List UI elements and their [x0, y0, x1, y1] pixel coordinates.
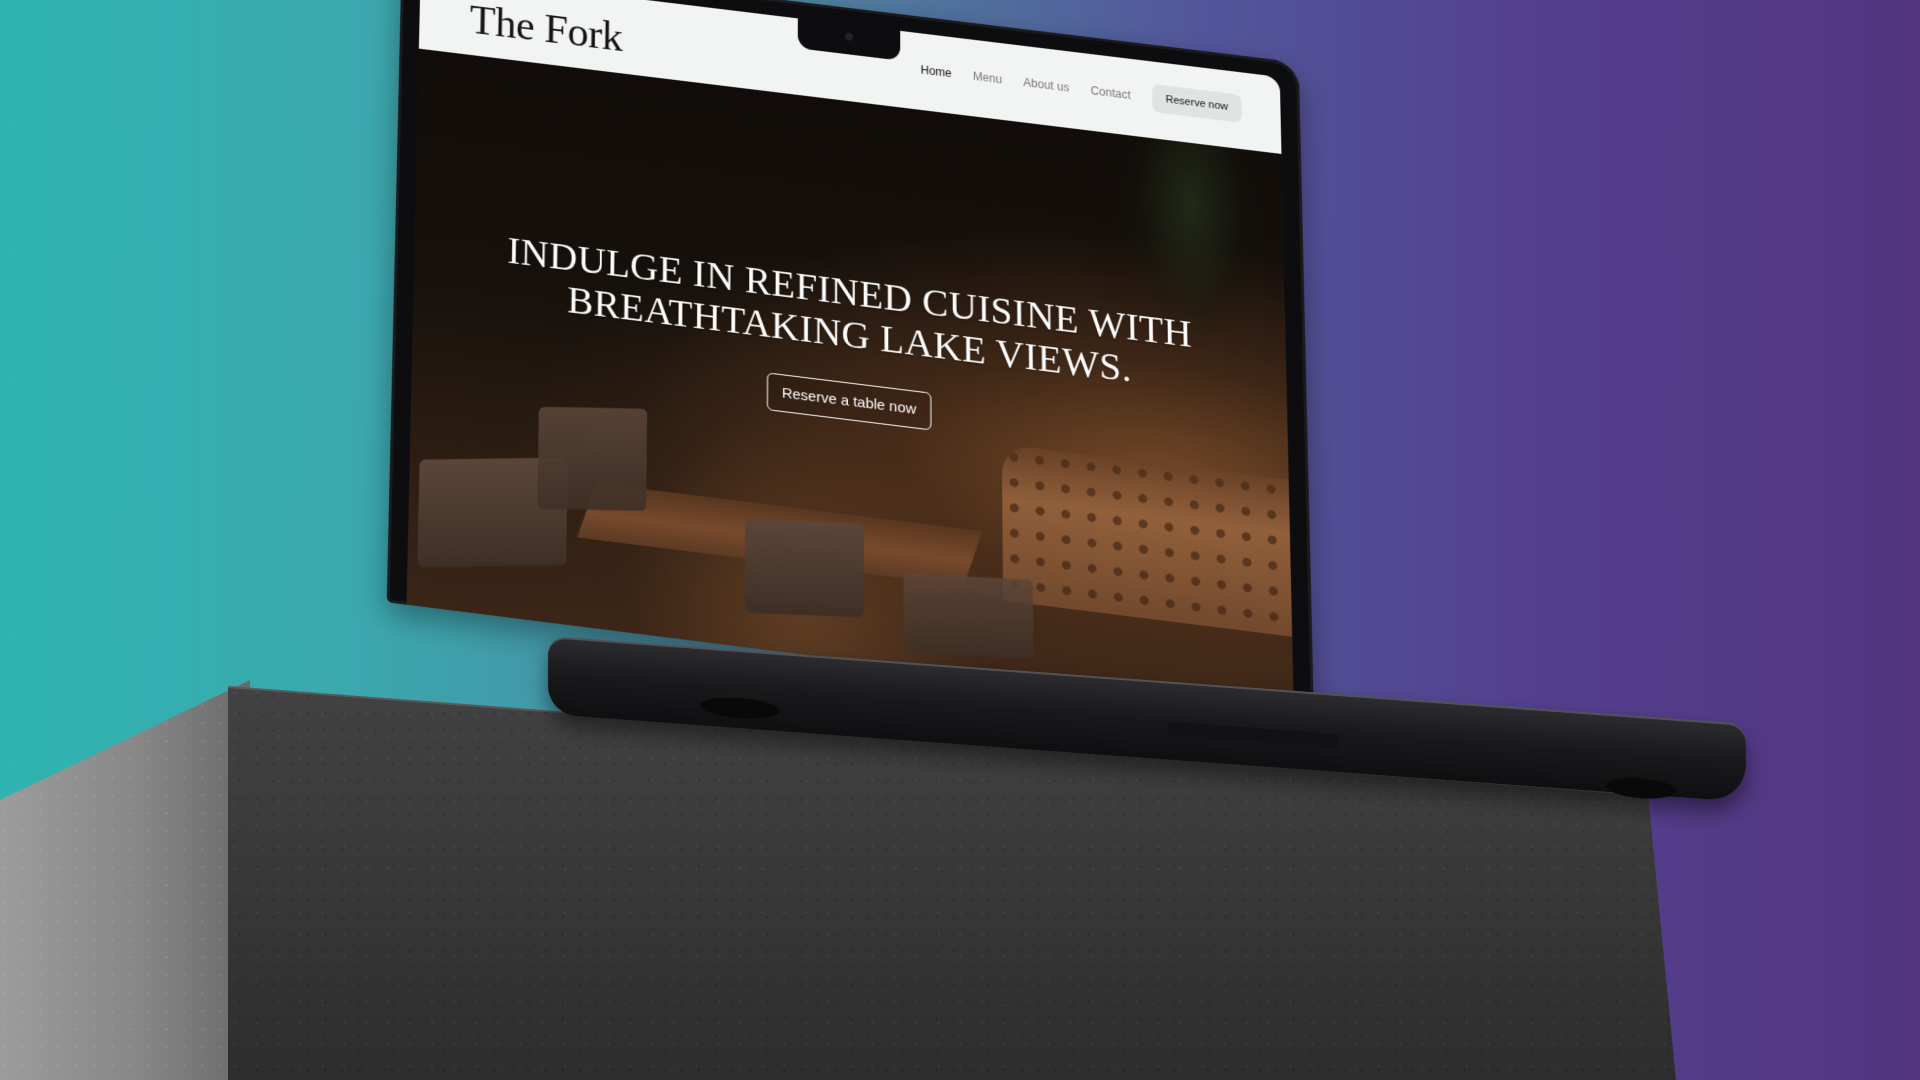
nav-home-link[interactable]: Home — [921, 63, 952, 80]
camera-notch — [797, 18, 901, 61]
booth-image — [1001, 444, 1294, 638]
chair-image — [537, 406, 648, 511]
base-opening — [1168, 721, 1338, 749]
chair-image — [903, 572, 1034, 660]
pedestal-side — [0, 680, 250, 1080]
nav-contact-link[interactable]: Contact — [1091, 84, 1131, 102]
site-nav: Home Menu About us Contact Reserve now — [921, 56, 1242, 123]
laptop-screen: The Fork Home Menu About us Contact Rese… — [406, 0, 1294, 717]
reserve-now-button[interactable]: Reserve now — [1151, 83, 1242, 123]
reserve-table-button[interactable]: Reserve a table now — [766, 372, 932, 431]
laptop-lid: The Fork Home Menu About us Contact Rese… — [386, 0, 1315, 719]
chair-image — [744, 519, 864, 618]
mockup-scene: The Fork Home Menu About us Contact Rese… — [0, 0, 1920, 1080]
site-logo[interactable]: The Fork — [469, 0, 623, 61]
camera-icon — [845, 32, 853, 41]
nav-about-link[interactable]: About us — [1023, 76, 1069, 95]
nav-menu-link[interactable]: Menu — [973, 70, 1002, 87]
laptop-foot — [700, 695, 780, 722]
hero-section: INDULGE IN REFINED CUISINE WITH BREATHTA… — [406, 48, 1294, 717]
